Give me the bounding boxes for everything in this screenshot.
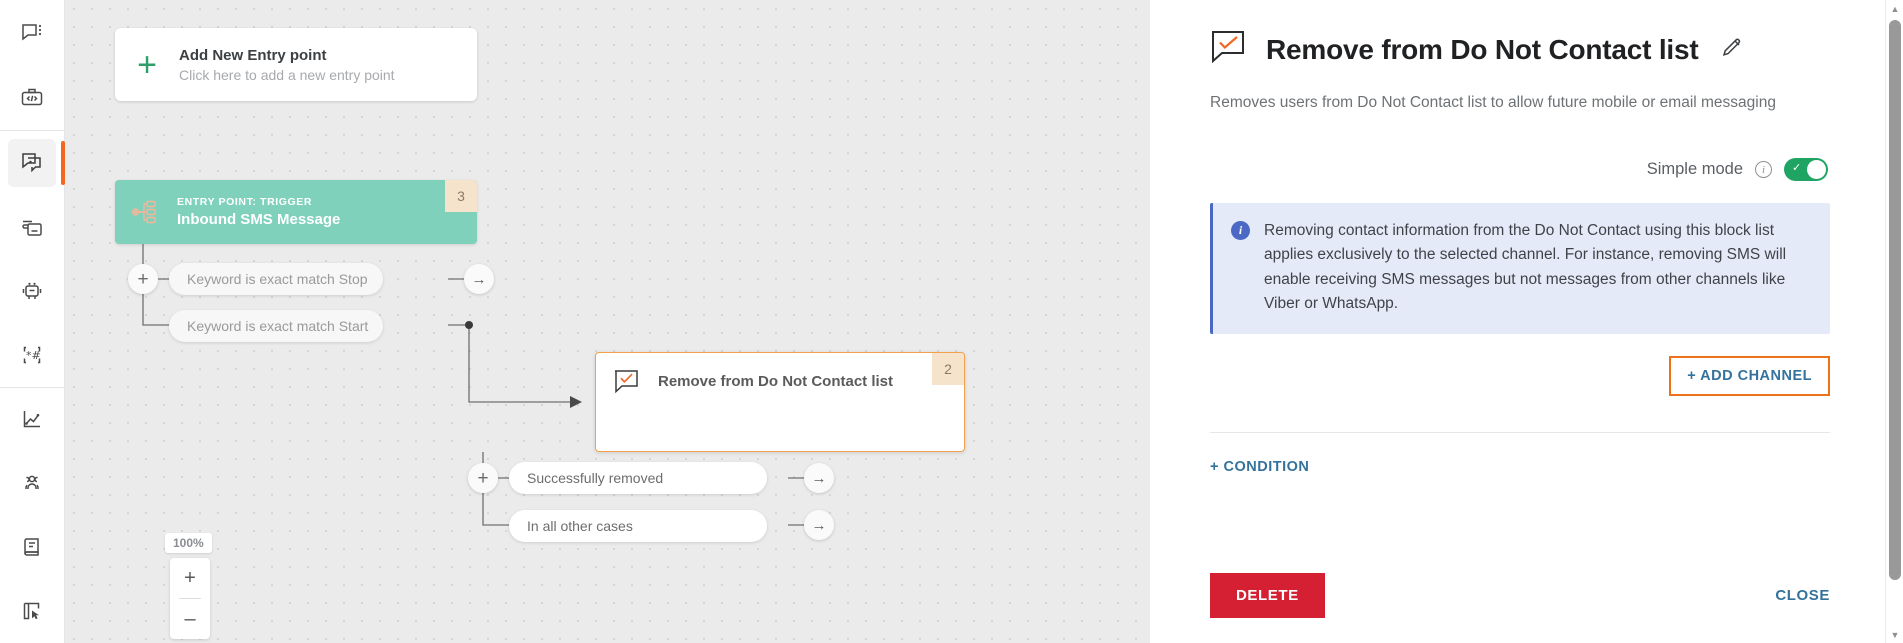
sidebar-item-flow-builder[interactable] [8,138,65,187]
trigger-output-pill-1[interactable]: Keyword is exact match Start [169,310,383,342]
dnc-check-bubble-icon [596,367,658,395]
panel-divider [1210,431,1830,433]
sidebar-item-reports[interactable] [8,587,56,635]
pencil-icon[interactable] [1721,37,1743,64]
add-entry-title: Add New Entry point [179,46,327,64]
flow-builder-icon [19,150,45,176]
action-badge-count: 2 [932,353,964,385]
close-button[interactable]: CLOSE [1775,587,1830,604]
contacts-book-icon [20,535,44,559]
zoom-controls: + – [170,558,210,639]
templates-icon [20,215,44,239]
sidebar-item-analytics[interactable] [8,395,56,443]
add-channel-button[interactable]: + ADD CHANNEL [1669,355,1830,396]
info-banner-text: Removing contact information from the Do… [1264,222,1787,312]
sidebar-item-audience[interactable] [8,459,56,507]
trigger-kicker: ENTRY POINT: TRIGGER [177,196,313,208]
add-entry-subtitle: Click here to add a new entry point [179,66,395,83]
remove-from-dnc-node[interactable]: Remove from Do Not Contact list 2 [595,352,965,452]
node-settings-panel: Remove from Do Not Contact list Removes … [1150,0,1885,643]
svg-text:*#: *# [26,349,41,362]
analytics-icon [20,407,44,431]
dnc-check-bubble-icon [1210,30,1248,70]
add-condition-button[interactable]: + CONDITION [1210,459,1309,475]
trigger-output-pill-0[interactable]: Keyword is exact match Stop [169,263,383,295]
add-channel-row: + ADD CHANNEL [1210,355,1830,396]
sidebar-item-contacts[interactable] [8,523,56,571]
panel-footer: DELETE CLOSE [1150,547,1885,643]
plus-icon: + [137,45,157,84]
audience-icon [20,471,44,495]
entry-point-trigger-node[interactable]: ENTRY POINT: TRIGGER Inbound SMS Message… [115,180,477,244]
info-circle-icon[interactable]: i [1755,161,1772,179]
action-output-pill-1[interactable]: In all other cases [509,510,767,542]
add-new-entry-point-card[interactable]: + Add New Entry point Click here to add … [115,28,477,101]
rail-group-top [0,2,64,130]
info-filled-icon: i [1231,221,1250,241]
sidebar-item-templates[interactable] [8,203,56,251]
toggle-check-icon: ✓ [1792,162,1802,175]
zoom-level-label: 100% [165,533,212,553]
left-icon-rail: *# [0,0,65,643]
scroll-up-arrow-icon[interactable]: ▲ [1886,0,1903,17]
add-entry-text: Add New Entry point Click here to add a … [179,47,395,83]
panel-description: Removes users from Do Not Contact list t… [1210,94,1776,111]
trigger-title: Inbound SMS Message [177,211,341,228]
toggle-knob [1807,160,1826,180]
action-output-arrow-0[interactable]: → [804,463,834,493]
trigger-flow-icon [115,199,177,225]
chat-menu-icon [20,22,44,46]
app-root: *# + Add New Entry point Click here to a… [0,0,1903,643]
panel-content: Remove from Do Not Contact list Removes … [1150,0,1885,476]
action-node-title: Remove from Do Not Contact list [658,373,894,390]
action-output-arrow-1[interactable]: → [804,510,834,540]
sidebar-item-chatbot[interactable] [8,267,56,315]
reports-icon [20,599,44,623]
simple-mode-row: Simple mode i ✓ [1210,158,1830,182]
action-node-row: Remove from Do Not Contact list [596,353,964,395]
sidebar-item-developer[interactable] [8,74,56,122]
zoom-out-button[interactable]: – [170,599,210,639]
simple-mode-toggle[interactable]: ✓ [1784,158,1828,182]
info-banner: i Removing contact information from the … [1210,203,1830,334]
delete-button[interactable]: DELETE [1210,572,1325,618]
rail-group-middle: *# [0,131,65,387]
ussd-icon: *# [20,343,44,367]
sidebar-item-ussd[interactable]: *# [8,331,56,379]
simple-mode-label: Simple mode [1646,160,1743,179]
sidebar-item-chats[interactable] [8,10,56,58]
zoom-in-button[interactable]: + [170,558,210,598]
rail-group-bottom [0,387,64,643]
trigger-text: ENTRY POINT: TRIGGER Inbound SMS Message [177,196,340,228]
scrollbar-thumb[interactable] [1889,20,1901,580]
flow-canvas[interactable]: + Add New Entry point Click here to add … [65,0,1150,643]
page-title: Remove from Do Not Contact list [1266,34,1699,65]
panel-header: Remove from Do Not Contact list [1210,30,1830,70]
action-add-output-button[interactable]: + [468,463,498,493]
trigger-badge-count: 3 [445,180,477,212]
trigger-add-output-button[interactable]: + [128,264,158,294]
chatbot-icon [20,279,44,303]
action-output-pill-0[interactable]: Successfully removed [509,462,767,494]
developer-kit-icon [20,86,44,110]
trigger-output-arrow-0[interactable]: → [464,264,494,294]
window-scrollbar[interactable]: ▲ ▼ [1885,0,1903,643]
scroll-down-arrow-icon[interactable]: ▼ [1886,626,1903,643]
